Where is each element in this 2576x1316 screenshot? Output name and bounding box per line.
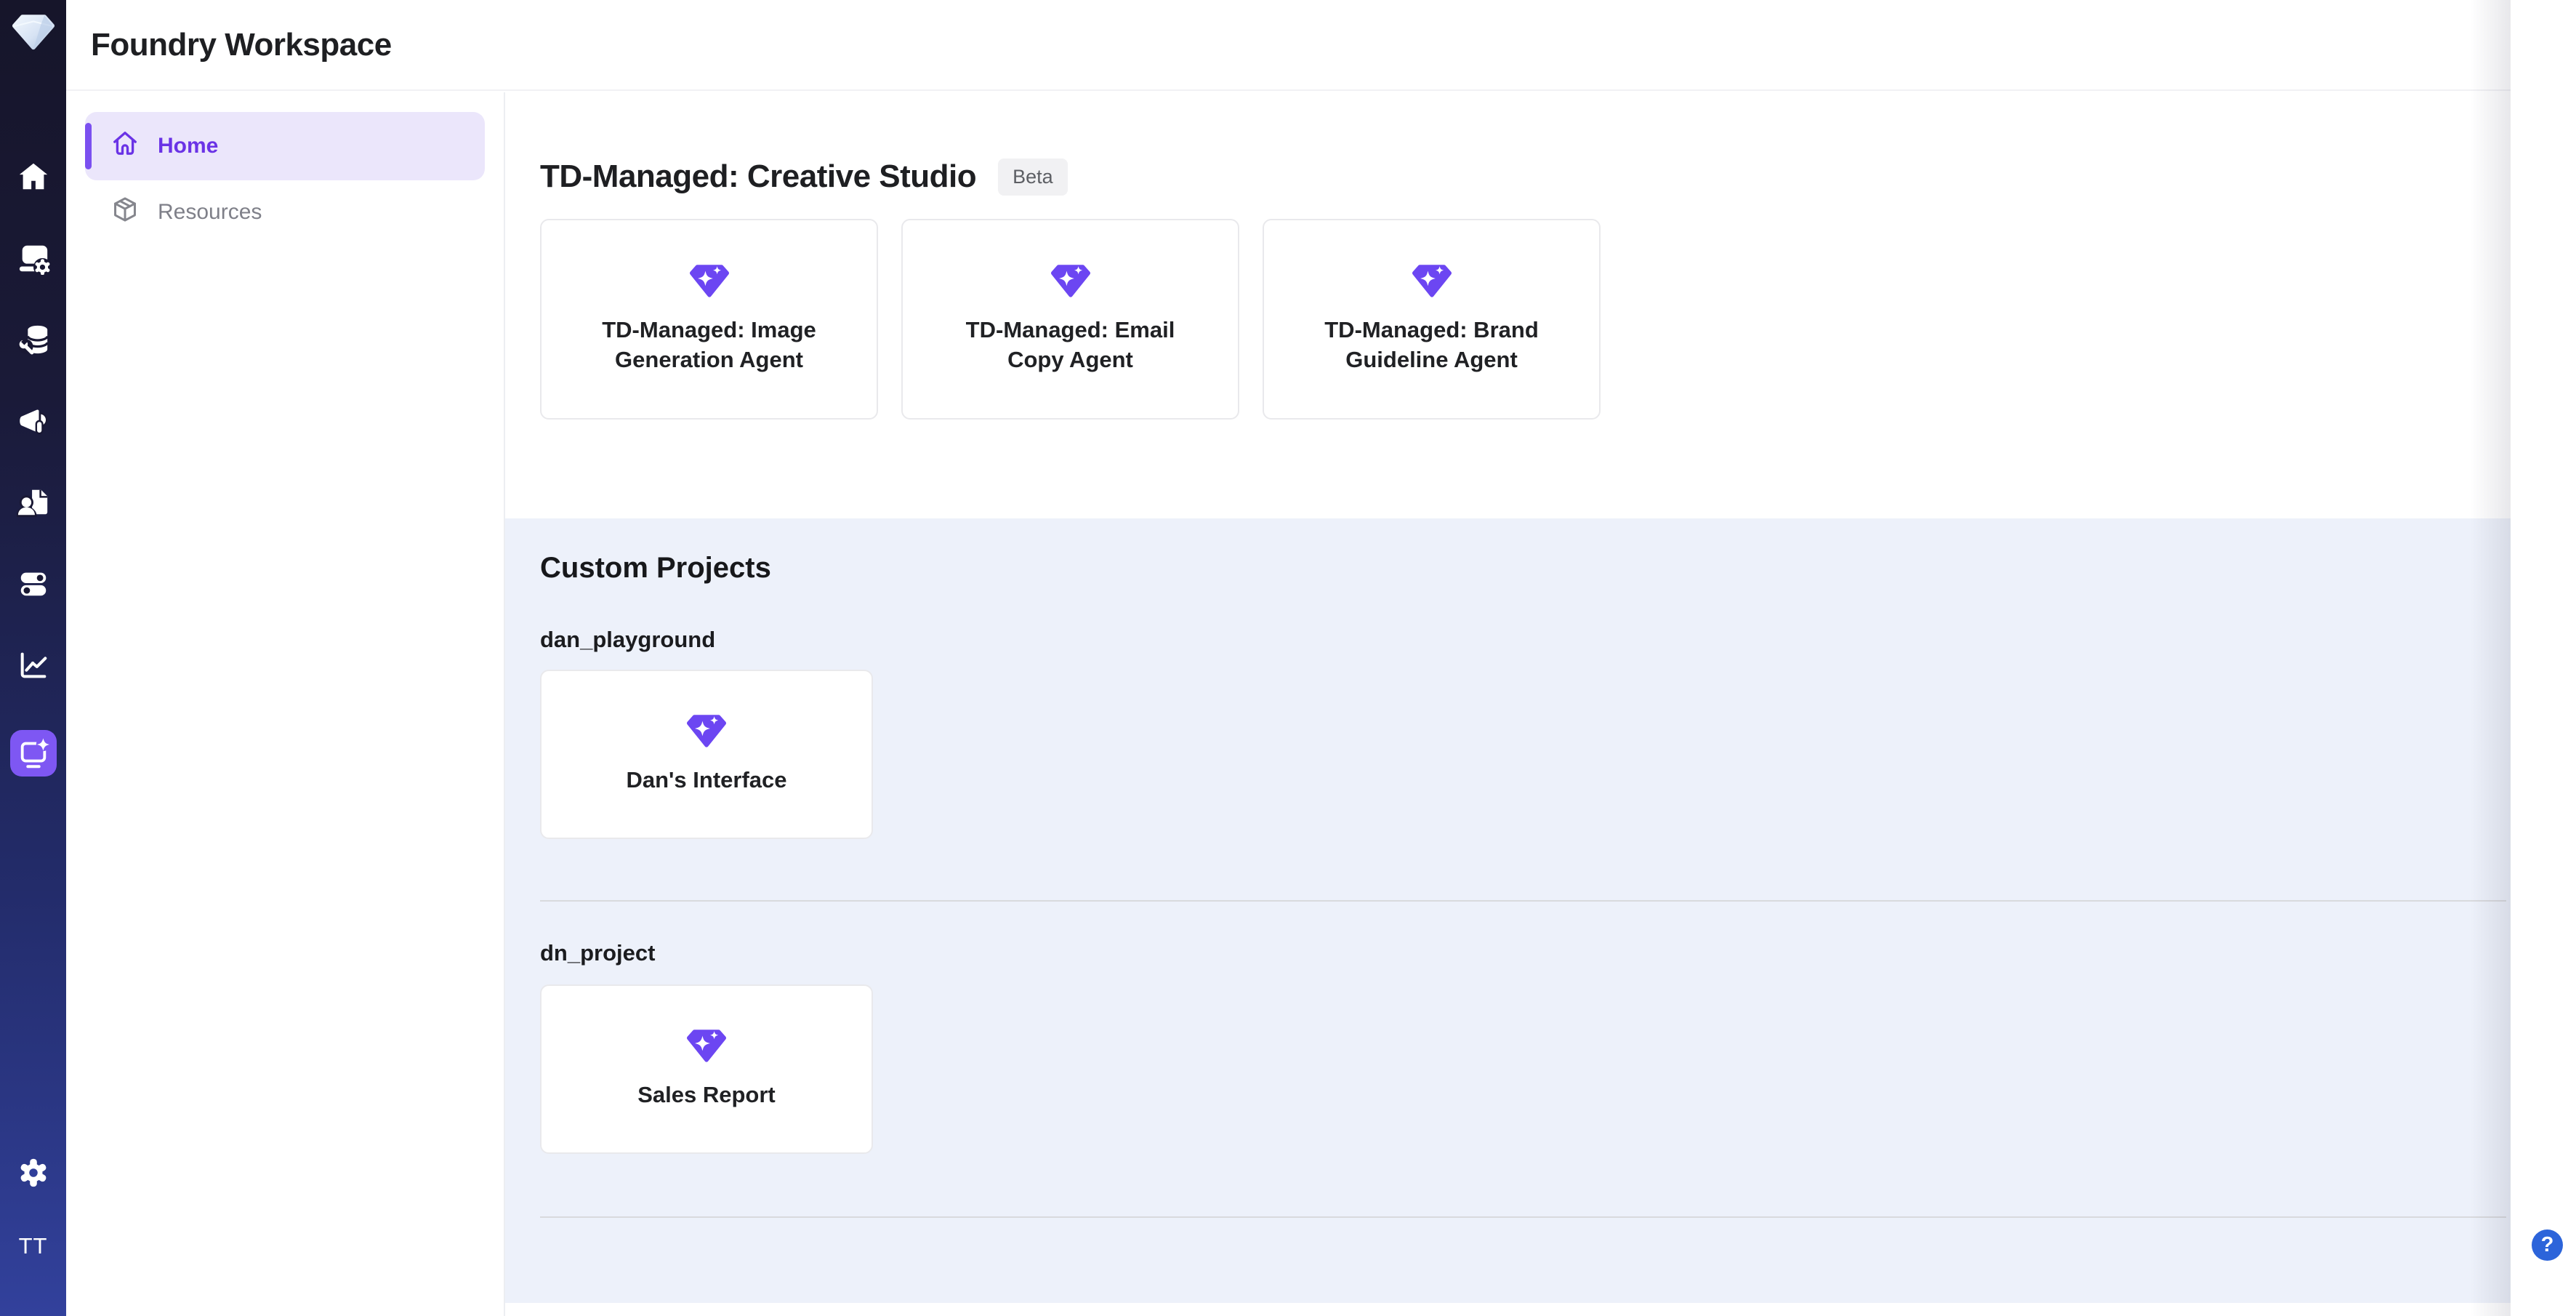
right-gutter <box>2511 0 2576 1316</box>
home-icon <box>17 160 50 193</box>
rail-bottom: TT <box>0 1156 66 1316</box>
rail-item-home[interactable] <box>17 160 50 193</box>
managed-title-row: TD-Managed: Creative Studio Beta <box>540 156 2511 197</box>
gem-sparkle-icon <box>1050 263 1091 298</box>
toggle-switches-icon <box>17 567 50 601</box>
project-group-cards: Sales Report <box>540 984 2511 1154</box>
page-title: Foundry Workspace <box>91 27 392 63</box>
rail-item-user-files[interactable] <box>17 486 50 519</box>
custom-projects-section: Custom Projects dan_playground Dan's Int… <box>505 518 2511 1303</box>
megaphone-icon <box>17 404 50 438</box>
rail-item-workbench[interactable] <box>17 241 50 275</box>
sparkle-monitor-icon <box>17 737 50 770</box>
main-content: TD-Managed: Creative Studio Beta TD-Mana… <box>505 92 2511 1316</box>
card-title: TD-Managed: Image Generation Agent <box>542 316 877 375</box>
project-group-label: dan_playground <box>540 626 2511 654</box>
monitor-gear-icon <box>17 241 50 275</box>
line-chart-icon <box>17 649 50 682</box>
project-card-sales-report[interactable]: Sales Report <box>540 984 873 1154</box>
card-title: Sales Report <box>605 1080 808 1110</box>
gem-sparkle-icon <box>1412 263 1452 298</box>
card-title: Dan's Interface <box>594 766 818 795</box>
sidebar-item-home[interactable]: Home <box>85 112 485 180</box>
gem-sparkle-icon <box>689 263 730 298</box>
rail-nav <box>0 160 66 777</box>
sidebar-item-label: Home <box>158 134 218 159</box>
question-mark-icon: ? <box>2541 1235 2554 1256</box>
rail-item-toggles[interactable] <box>17 567 50 601</box>
project-group-label: dn_project <box>540 939 2511 967</box>
rail-item-data-tools[interactable] <box>17 323 50 356</box>
help-button[interactable]: ? <box>2532 1229 2563 1261</box>
divider <box>540 900 2506 902</box>
section-title: TD-Managed: Creative Studio <box>540 159 976 195</box>
beta-badge: Beta <box>998 159 1068 196</box>
sidebar-item-label: Resources <box>158 200 262 225</box>
rail-item-interfaces[interactable] <box>10 730 57 777</box>
person-document-icon <box>17 486 50 519</box>
avatar[interactable]: TT <box>19 1233 48 1259</box>
database-tools-icon <box>17 323 50 356</box>
gear-icon <box>17 1156 50 1189</box>
agent-card-email-copy[interactable]: TD-Managed: Email Copy Agent <box>901 219 1239 420</box>
package-icon <box>111 196 139 229</box>
agent-card-brand-guideline[interactable]: TD-Managed: Brand Guideline Agent <box>1263 219 1601 420</box>
gem-sparkle-icon <box>686 1028 727 1063</box>
icon-rail: TT <box>0 0 66 1316</box>
diamond-logo <box>10 12 57 52</box>
sidebar-item-resources[interactable]: Resources <box>85 186 485 238</box>
home-outline-icon <box>111 129 139 163</box>
card-title: TD-Managed: Email Copy Agent <box>903 316 1238 375</box>
side-nav: Home Resources <box>66 92 505 1316</box>
agent-card-image-generation[interactable]: TD-Managed: Image Generation Agent <box>540 219 878 420</box>
project-group-cards: Dan's Interface <box>540 670 2511 839</box>
project-card-dans-interface[interactable]: Dan's Interface <box>540 670 873 839</box>
rail-item-announcements[interactable] <box>17 404 50 438</box>
settings-button[interactable] <box>17 1156 50 1189</box>
gem-sparkle-icon <box>686 713 727 748</box>
managed-cards: TD-Managed: Image Generation Agent TD-Ma… <box>540 219 2511 420</box>
app-window: TT Foundry Workspace Home <box>0 0 2576 1316</box>
card-title: TD-Managed: Brand Guideline Agent <box>1264 316 1599 375</box>
rail-item-analytics[interactable] <box>17 649 50 682</box>
managed-section: TD-Managed: Creative Studio Beta TD-Mana… <box>505 92 2511 420</box>
divider <box>540 1216 2506 1218</box>
custom-projects-title: Custom Projects <box>540 550 2511 585</box>
app-header: Foundry Workspace <box>66 0 2511 91</box>
